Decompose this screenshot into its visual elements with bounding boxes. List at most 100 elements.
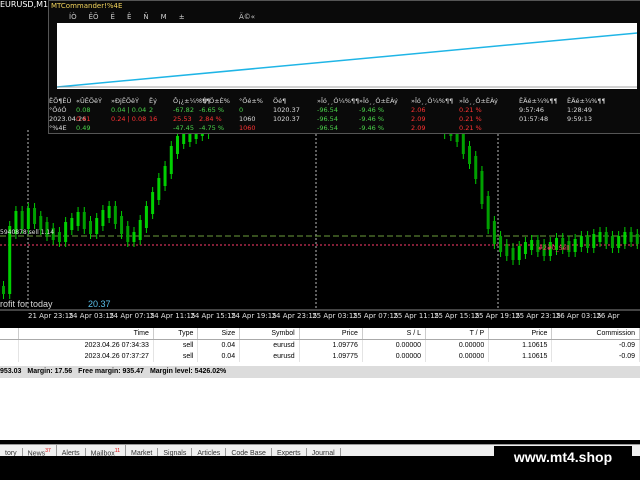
time-tick: 26 Apr [596,312,620,320]
stats-cell: -96.54 [317,106,338,114]
candle-body [579,236,583,247]
time-tick: 25 Apr 07:15 [352,312,399,320]
candle-body [107,206,111,218]
trade-cell: sell [153,351,199,362]
candle-body [629,232,633,242]
chart-symbol-title: EURUSD,M15 [0,0,54,9]
panel-title: MTCommander!%4E [51,2,123,10]
candle-body [592,234,596,248]
stats-header-cell: Ëý [149,97,157,105]
trade-cell: 0.04 [197,339,241,351]
trades-header-cell[interactable]: Commission [551,328,640,340]
commander-panel[interactable]: MTCommander!%4E ÍÒ ÊÕ Ë Ê Ñ M ± Ä©« ËÕ¶ÊÚ «ÛÊÕë… [48,0,640,134]
stats-cell: -67.82 [173,106,194,114]
candle-body [82,212,86,229]
stats-cell: -9.46 % [359,115,385,123]
trades-table: Time Type Size Symbol Price S / LT / P Price Co… [0,328,640,362]
stats-cell: 0.49 [76,124,91,132]
time-tick: 24 Apr 11:15 [149,312,196,320]
panel-tab[interactable]: M [161,13,167,21]
trades-header-cell[interactable]: Type [153,328,199,340]
candle-body [70,218,74,230]
trade-row[interactable]: 2023.04.26 07:34:33 sell 0.04 eurusd 1.09776… [0,339,640,351]
balance-item: 953.03 [0,368,22,375]
stats-cell: 0.24 | 0.08 [111,115,147,123]
trade-cell: eurusd [239,351,300,362]
candle-body [474,156,478,179]
candle-body [573,239,577,252]
candle-body [20,211,24,229]
trade-cell: 1.09776 [299,339,363,351]
stats-cell: 1020.37 [273,115,300,123]
candle-body [604,232,608,244]
panel-tab-extra[interactable]: Ä©« [239,13,255,21]
trades-header-cell[interactable]: Size [197,328,241,340]
panel-tab[interactable]: Ñ [143,13,148,21]
stats-cell: 2.09 [411,115,426,123]
time-tick: 24 Apr 23:15 [271,312,318,320]
panel-tab[interactable]: ÊÕ [89,13,99,21]
stats-row: °ÖóÓ 0.08 0.04 | 0.04 2 -67.82 -6.65 % 0 1020.3… [49,106,640,114]
panel-tab[interactable]: Ê [127,13,131,21]
candle-body [461,134,465,154]
panel-tab[interactable]: Ë [111,13,115,21]
candle-body [499,236,503,252]
terminal-window[interactable]: Time Type Size Symbol Price S / LT / P Price Co… [0,328,640,461]
panel-tab-bar: ÍÒ ÊÕ Ë Ê Ñ M ± [69,13,197,21]
trades-header-cell[interactable]: Price [488,328,553,340]
trade-cell: -0.09 [551,339,640,351]
trades-header-cell[interactable]: Time [18,328,154,340]
candle-body [610,236,614,248]
trade-cell: 0.00000 [425,339,490,351]
stats-cell: 1060 [239,115,256,123]
candle-body [64,222,68,242]
candle-body [95,218,99,234]
trade-cell: -0.09 [551,351,640,362]
candle-body [523,242,527,254]
stats-cell: 01:57:48 [519,115,549,123]
trade-cell: 1.10615 [488,339,553,351]
trade-row[interactable]: 2023.04.26 07:37:27 sell 0.04 eurusd 1.09775… [0,351,640,362]
trade-cell [0,351,19,362]
panel-tab[interactable]: ÍÒ [69,13,77,21]
candle-body [88,221,92,234]
candle-body [169,146,173,174]
stats-cell: °ÖóÓ [49,106,67,114]
stats-header-cell: ÊÄé±¼%¶¶ [519,97,558,105]
trades-header-cell[interactable]: Price [299,328,363,340]
trade-cell: eurusd [239,339,300,351]
stats-cell: 1020.37 [273,106,300,114]
trades-header-cell[interactable]: S / L [362,328,427,340]
stats-header-cell: »Ïó¸¸Ó¼%¶¶ [411,97,454,105]
stats-cell: 16 [149,115,158,123]
trades-header-cell[interactable]: T / P [425,328,490,340]
candle-body [617,236,621,248]
trade-cell: sell [153,339,199,351]
time-tick: 25 Apr 11:15 [393,312,440,320]
stats-cell: 0.04 | 0.04 [111,106,147,114]
stats-cell: 0 [239,106,244,114]
time-tick: 25 Apr 15:15 [434,312,480,320]
candle-body [492,221,496,244]
time-tick: 24 Apr 15:15 [190,312,237,320]
stats-header-cell: °Öé±% [239,97,263,105]
candle-body [8,226,12,294]
panel-tab[interactable]: ± [179,13,185,21]
trade-cell: 2023.04.26 07:34:33 [18,339,154,351]
candle-body [517,246,521,260]
candle-body [33,208,37,224]
tab-badge: 11 [114,448,120,454]
stats-cell: 25.53 [173,115,192,123]
candle-body [511,248,515,260]
candle-body [157,178,161,200]
stats-cell: 2.06 [411,106,426,114]
stats-cell: 1:28:49 [567,106,593,114]
trade-cell: 1.10615 [488,351,553,362]
trades-header-cell[interactable]: Symbol [239,328,300,340]
stats-cell: -96.54 [317,115,338,123]
stats-header-cell: ÊÄé±¼%¶¶ [567,97,606,105]
time-tick: 24 Apr 07:15 [109,312,155,320]
balance-summary: 953.03 Margin: 17.56 Free margin: 935.47 Ma… [0,366,640,378]
candle-body [182,134,186,144]
candle-body [138,220,142,240]
